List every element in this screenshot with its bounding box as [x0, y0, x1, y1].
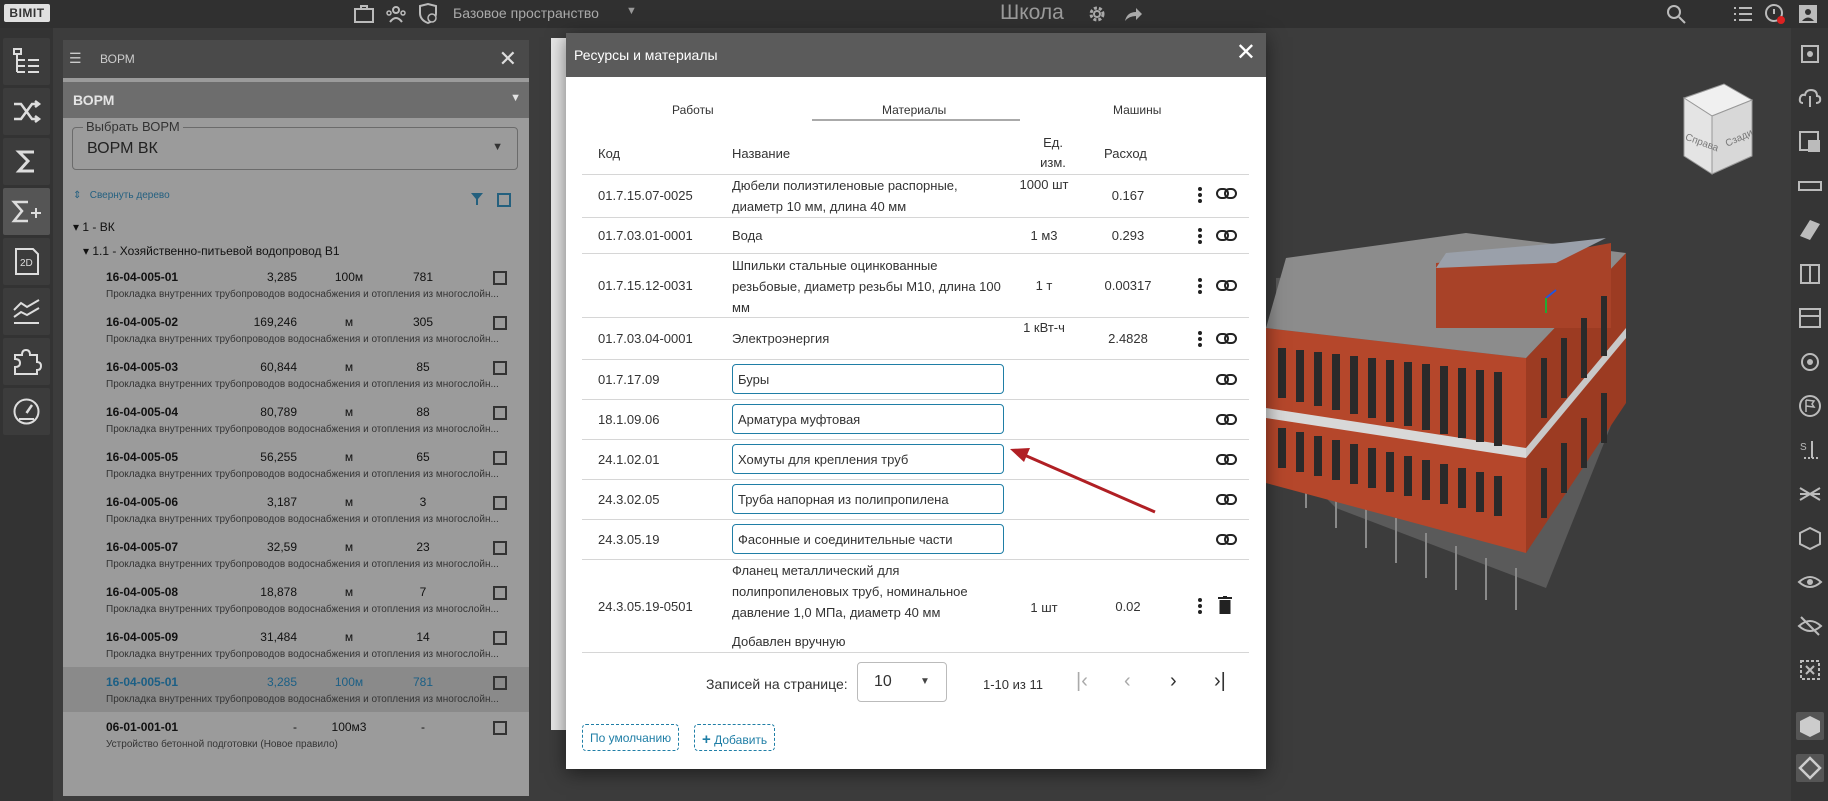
annotation-arrow [1010, 448, 1156, 514]
